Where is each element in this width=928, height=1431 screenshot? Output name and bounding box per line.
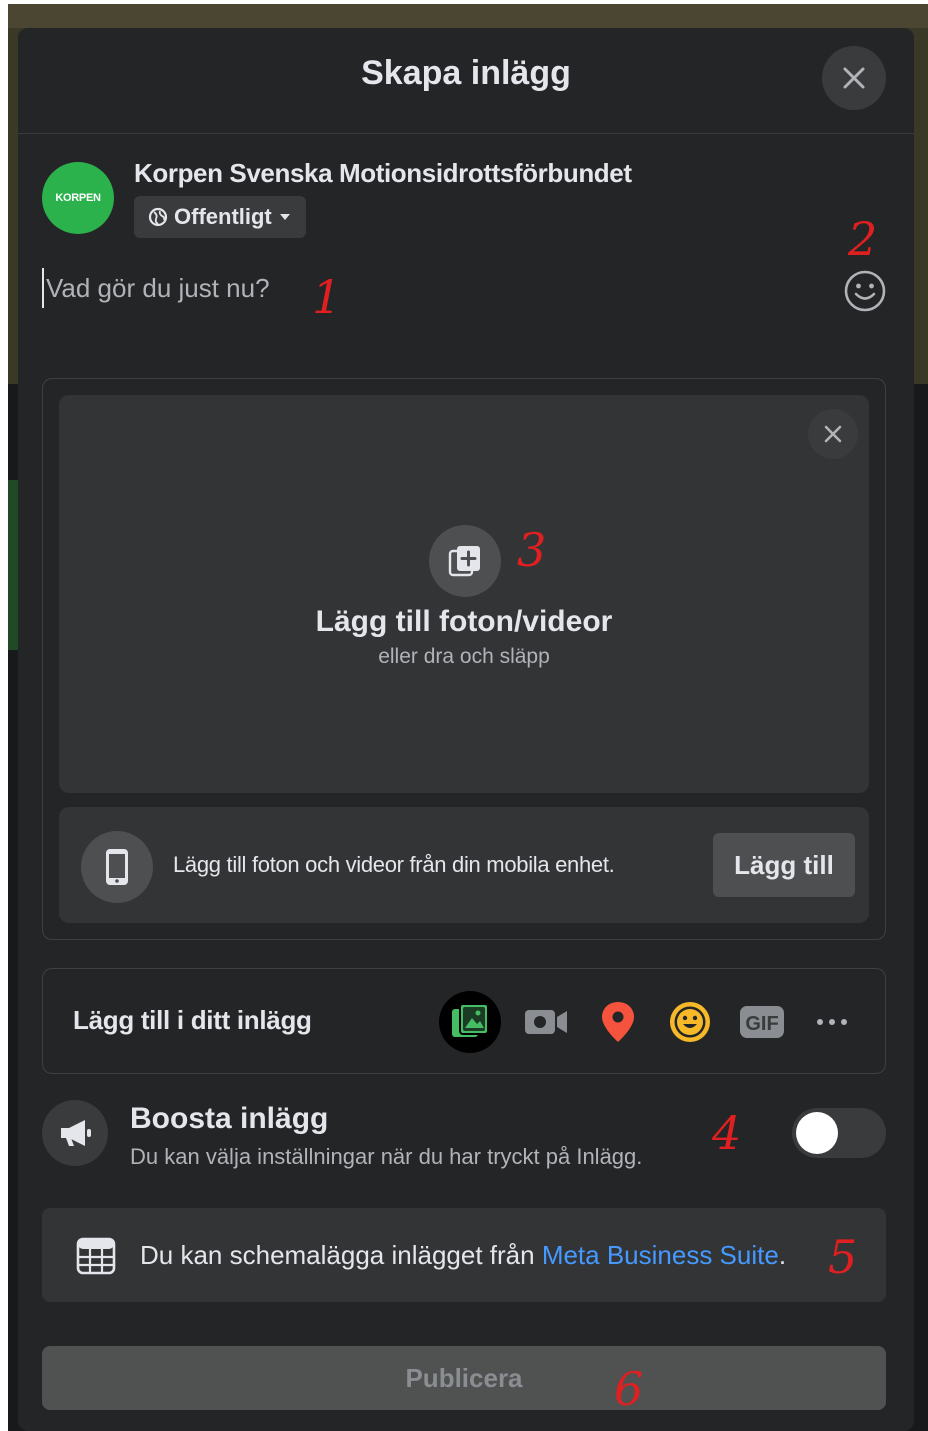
- photo-video-button[interactable]: [439, 991, 501, 1053]
- meta-business-suite-link[interactable]: Meta Business Suite: [542, 1240, 779, 1270]
- close-icon: [843, 67, 865, 89]
- dropzone-subtitle: eller dra och släpp: [378, 645, 550, 668]
- add-photos-icon: [429, 525, 501, 597]
- mobile-phone-icon: [81, 831, 153, 903]
- live-video-button[interactable]: [515, 991, 577, 1053]
- annotation-marker: 6: [614, 1362, 644, 1416]
- video-camera-icon: [525, 1010, 567, 1034]
- avatar: KORPEN: [42, 162, 114, 234]
- add-from-mobile-button[interactable]: Lägg till: [713, 833, 855, 897]
- schedule-info-box: Du kan schemalägga inlägget från Meta Bu…: [42, 1208, 886, 1302]
- emoji-button[interactable]: [842, 268, 888, 314]
- mobile-upload-row: Lägg till foton och videor från din mobi…: [59, 807, 869, 923]
- dropzone-close-button[interactable]: [808, 409, 858, 459]
- privacy-label: Offentligt: [174, 204, 272, 229]
- dialog-header: Skapa inlägg: [18, 28, 914, 134]
- add-to-post-label: Lägg till i ditt inlägg: [73, 1005, 312, 1035]
- globe-icon: [148, 207, 168, 227]
- schedule-text: Du kan schemalägga inlägget från Meta Bu…: [140, 1240, 786, 1271]
- privacy-selector[interactable]: Offentligt: [134, 196, 306, 238]
- boost-toggle[interactable]: [792, 1108, 886, 1158]
- publish-label: Publicera: [405, 1362, 523, 1393]
- feeling-activity-button[interactable]: [659, 991, 721, 1053]
- smiley-feeling-icon: [670, 1002, 710, 1042]
- annotation-marker: 3: [517, 523, 547, 577]
- close-icon: [824, 425, 842, 443]
- publish-button[interactable]: Publicera: [42, 1346, 886, 1410]
- more-icon: [817, 1019, 847, 1025]
- calendar-grid-icon: [76, 1237, 116, 1275]
- annotation-marker: 2: [848, 212, 878, 266]
- dialog-title: Skapa inlägg: [361, 54, 571, 92]
- gif-icon: GIF: [740, 1006, 784, 1038]
- dropzone-title: Lägg till foton/videor: [315, 605, 613, 638]
- more-options-button[interactable]: [801, 991, 863, 1053]
- check-in-button[interactable]: [587, 991, 649, 1053]
- photo-video-icon: [452, 1003, 489, 1037]
- svg-text:GIF: GIF: [745, 1013, 778, 1035]
- boost-post-title: Boosta inlägg: [130, 1102, 329, 1135]
- mobile-upload-text: Lägg till foton och videor från din mobi…: [173, 852, 615, 877]
- avatar-text: KORPEN: [55, 192, 101, 204]
- photo-video-dropzone[interactable]: 3 Lägg till foton/videor eller dra och s…: [59, 395, 869, 793]
- add-to-post-bar: Lägg till i ditt inlägg GIF: [42, 968, 886, 1074]
- post-text-input[interactable]: [42, 268, 642, 308]
- gif-button[interactable]: GIF: [731, 991, 793, 1053]
- close-button[interactable]: [822, 46, 886, 110]
- author-name: Korpen Svenska Motionsidrottsförbundet: [134, 158, 632, 188]
- create-post-dialog: Skapa inlägg KORPEN Korpen Svenska Motio…: [18, 28, 914, 1431]
- schedule-text-body: Du kan schemalägga inlägget från: [140, 1240, 542, 1270]
- annotation-marker: 1: [312, 270, 342, 324]
- location-pin-icon: [602, 1002, 634, 1042]
- smiley-icon: [844, 270, 886, 312]
- boost-post-description: Du kan välja inställningar när du har tr…: [130, 1144, 643, 1169]
- schedule-text-suffix: .: [778, 1240, 787, 1270]
- annotation-marker: 4: [712, 1106, 742, 1160]
- annotation-marker: 5: [828, 1230, 858, 1284]
- megaphone-icon: [42, 1100, 108, 1166]
- toggle-knob: [796, 1112, 838, 1154]
- media-upload-area: 3 Lägg till foton/videor eller dra och s…: [42, 378, 886, 940]
- caret-down-icon: [279, 214, 290, 220]
